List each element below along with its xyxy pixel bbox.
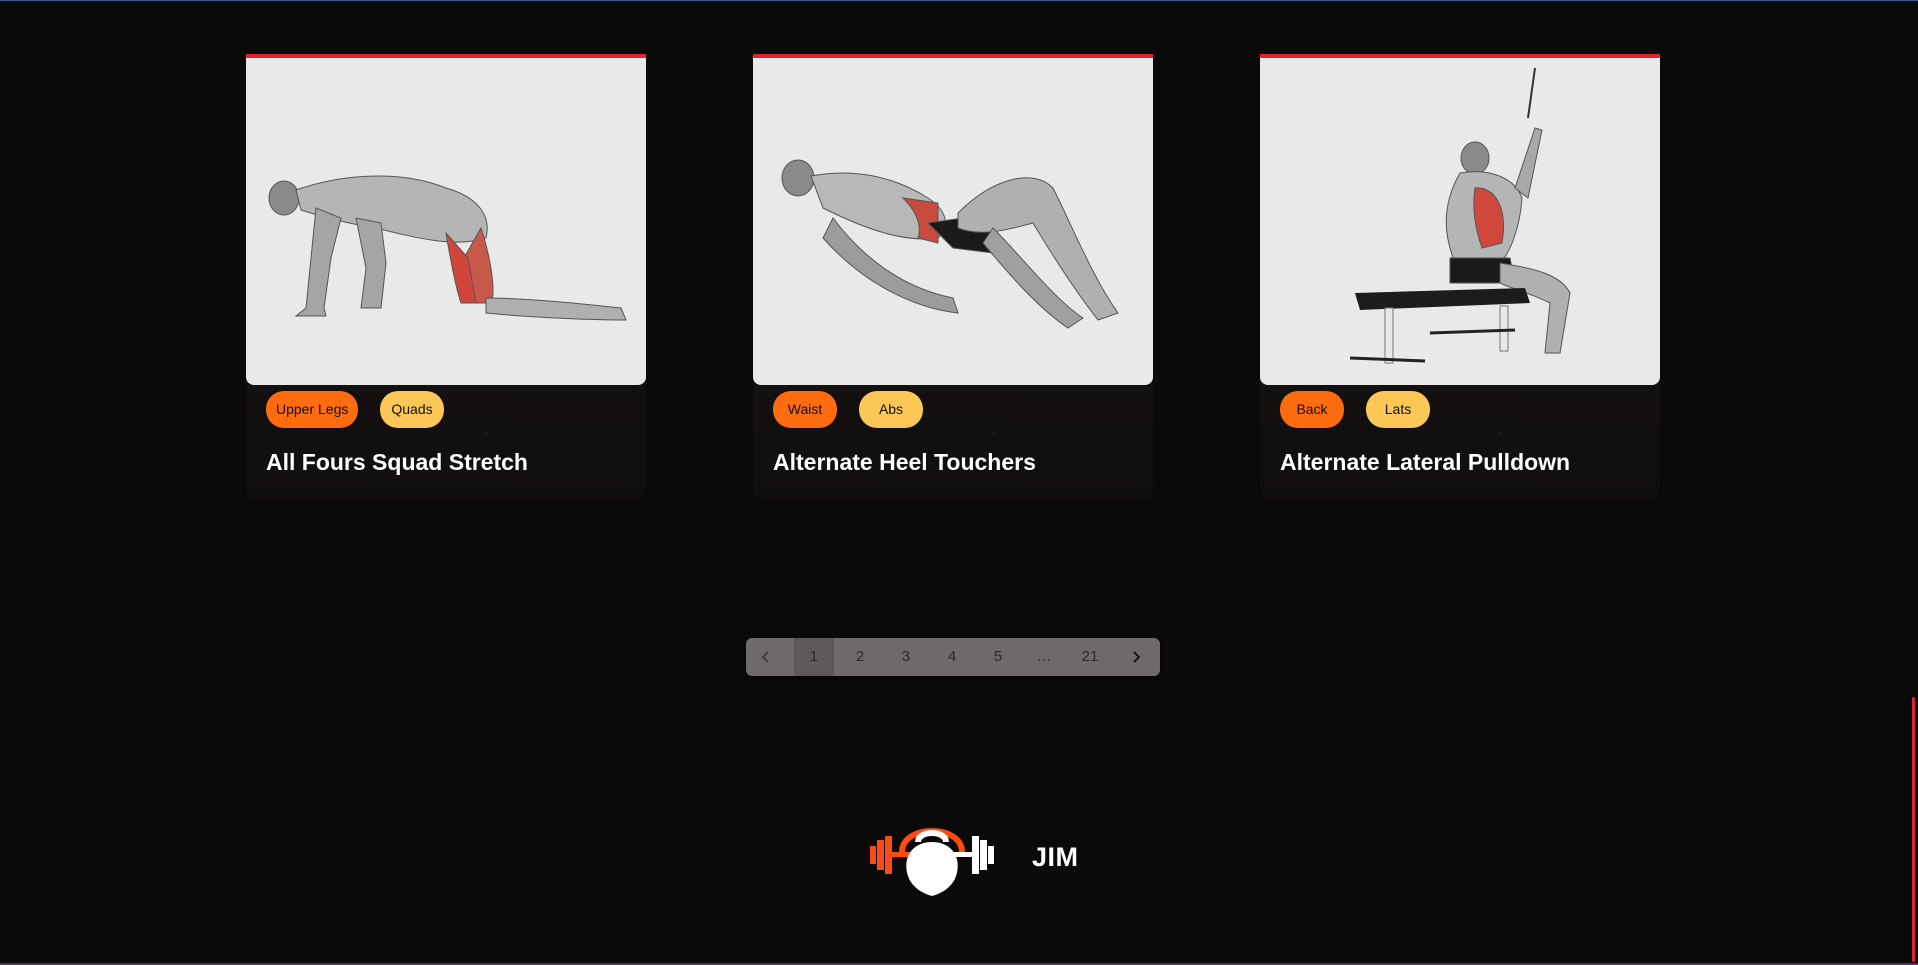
kettlebell-barbell-logo [868, 818, 996, 898]
chevron-right-icon[interactable] [1116, 638, 1156, 676]
exercise-card-grid: Upper Legs Quads All Fours Squad Stretch [246, 54, 1660, 501]
kneeling-quad-stretch-figure [268, 175, 627, 321]
seated-cable-pulldown-figure [1349, 67, 1571, 364]
lying-heel-touch-figure [781, 159, 1119, 329]
target-muscle-tag[interactable]: Lats [1366, 391, 1430, 428]
body-part-tag[interactable]: Back [1280, 391, 1344, 428]
top-border [0, 0, 1918, 1]
chevron-left-icon[interactable] [746, 638, 786, 676]
exercise-card[interactable]: Upper Legs Quads All Fours Squad Stretch [246, 54, 646, 501]
page-button[interactable]: 1 [794, 638, 834, 676]
pagination: 1 2 3 4 5 … 21 [746, 638, 1160, 676]
exercises-page: Upper Legs Quads All Fours Squad Stretch [0, 0, 1918, 965]
exercise-illustration [753, 54, 1153, 385]
exercise-name: Alternate Lateral Pulldown [1280, 449, 1571, 475]
exercise-card[interactable]: Back Lats Alternate Lateral Pulldown [1260, 54, 1660, 501]
page-button[interactable]: 5 [978, 638, 1018, 676]
exercise-name: All Fours Squad Stretch [266, 449, 528, 475]
page-ellipsis: … [1036, 648, 1052, 665]
target-muscle-tag[interactable]: Quads [380, 391, 444, 428]
exercise-illustration [246, 54, 646, 385]
page-button[interactable]: 2 [840, 638, 880, 676]
body-part-tag[interactable]: Waist [773, 391, 837, 428]
exercise-card[interactable]: Waist Abs Alternate Heel Touchers [753, 54, 1153, 501]
target-muscle-tag[interactable]: Abs [859, 391, 923, 428]
page-button[interactable]: 21 [1070, 638, 1110, 676]
page-button[interactable]: 3 [886, 638, 926, 676]
brand-name: JIM [1032, 842, 1079, 872]
scrollbar-thumb[interactable] [1912, 697, 1915, 962]
body-part-tag[interactable]: Upper Legs [266, 391, 358, 428]
page-button[interactable]: 4 [932, 638, 972, 676]
exercise-name: Alternate Heel Touchers [773, 449, 1036, 475]
exercise-illustration [1260, 54, 1660, 385]
